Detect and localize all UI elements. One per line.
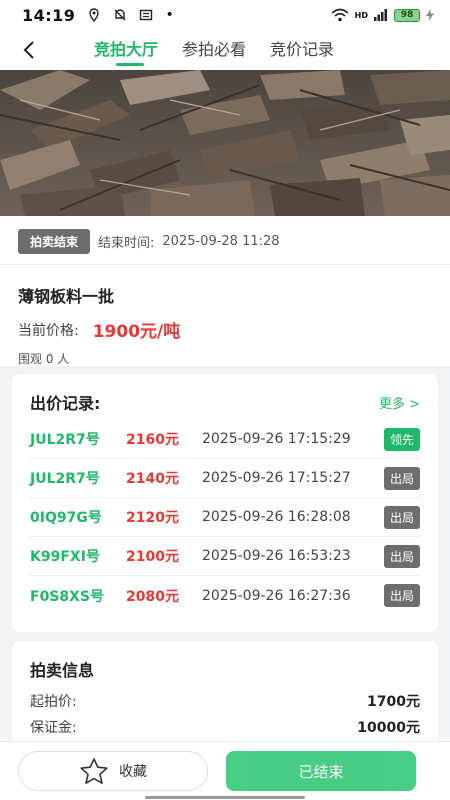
bid-row: F0S8XS号 2080元 2025-09-26 16:27:36 出局 xyxy=(30,576,420,615)
bid-time: 2025-09-26 17:15:27 xyxy=(202,470,351,486)
ended-button[interactable]: 已结束 xyxy=(226,751,416,791)
favorite-label: 收藏 xyxy=(119,764,147,780)
bidder-id: 0IQ97G号 xyxy=(30,510,102,526)
home-indicator xyxy=(145,796,305,799)
mute-notification-icon xyxy=(114,9,126,21)
bid-time: 2025-09-26 17:15:29 xyxy=(202,431,351,447)
bid-amount: 2100元 xyxy=(126,549,179,565)
star-icon xyxy=(80,758,108,784)
signal-icon xyxy=(374,9,387,21)
bid-time: 2025-09-26 16:28:08 xyxy=(202,509,351,525)
viewer-count: 围观 0 人 xyxy=(18,352,70,366)
starting-price-label: 起拍价: xyxy=(30,694,77,710)
bidder-id: JUL2R7号 xyxy=(30,471,100,487)
price-label: 当前价格: xyxy=(18,322,79,339)
bid-row: JUL2R7号 2160元 2025-09-26 17:15:29 领先 xyxy=(30,420,420,459)
back-arrow-icon[interactable] xyxy=(18,38,42,62)
bid-amount: 2120元 xyxy=(126,510,179,526)
bid-row: JUL2R7号 2140元 2025-09-26 17:15:27 出局 xyxy=(30,459,420,498)
navigation-bar: 竞拍大厅 参拍必看 竞价记录 xyxy=(0,30,450,70)
tab-bar: 竞拍大厅 参拍必看 竞价记录 xyxy=(94,36,334,66)
charging-icon xyxy=(426,9,434,21)
wifi-icon xyxy=(331,8,349,22)
outbid-badge: 出局 xyxy=(383,506,420,529)
bidder-id: K99FXI号 xyxy=(30,549,100,565)
bid-time: 2025-09-26 16:27:36 xyxy=(202,587,351,604)
outbid-badge: 出局 xyxy=(383,545,420,568)
bidder-id: JUL2R7号 xyxy=(30,432,100,448)
more-bids-link[interactable]: 更多 > xyxy=(379,393,420,412)
message-icon xyxy=(140,9,153,21)
deposit-value: 10000元 xyxy=(357,720,420,736)
bid-row: 0IQ97G号 2120元 2025-09-26 16:28:08 出局 xyxy=(30,498,420,537)
scrap-metal-image xyxy=(0,70,450,216)
leading-badge: 领先 xyxy=(383,428,420,451)
outbid-badge: 出局 xyxy=(383,584,420,607)
tab-bidding-guide[interactable]: 参拍必看 xyxy=(182,36,246,66)
info-row: 保证金: 10000元 xyxy=(12,711,438,737)
bid-time: 2025-09-26 16:53:23 xyxy=(202,548,351,564)
outbid-badge: 出局 xyxy=(383,467,420,490)
bid-amount: 2140元 xyxy=(126,471,179,487)
tab-bid-records[interactable]: 竞价记录 xyxy=(270,36,334,66)
bid-amount: 2080元 xyxy=(126,588,179,605)
bottom-action-bar: 收藏 已结束 xyxy=(0,741,450,800)
status-time: 14:19 xyxy=(22,5,76,25)
bid-amount: 2160元 xyxy=(126,432,179,448)
lot-title: 薄钢板料一批 xyxy=(18,287,115,306)
location-icon xyxy=(89,8,100,22)
lot-photo[interactable] xyxy=(0,70,450,216)
price-row: 当前价格: 1900元/吨 xyxy=(0,307,450,342)
starting-price-value: 1700元 xyxy=(367,694,420,710)
auction-info-title: 拍卖信息 xyxy=(30,661,95,680)
dot-icon: • xyxy=(165,7,174,23)
info-row: 起拍价: 1700元 xyxy=(12,685,438,711)
favorite-button[interactable]: 收藏 xyxy=(18,751,208,791)
network-type: HD xyxy=(354,10,368,20)
auction-summary: 拍卖结束 结束时间: 2025-09-28 11:28 薄钢板料一批 当前价格:… xyxy=(0,216,450,366)
auction-status-badge: 拍卖结束 xyxy=(18,228,91,254)
bid-row: K99FXI号 2100元 2025-09-26 16:53:23 出局 xyxy=(30,537,420,576)
status-bar: 14:19 • HD 98 xyxy=(0,0,450,30)
end-time-label: 结束时间: xyxy=(98,235,155,251)
bidder-id: F0S8XS号 xyxy=(30,588,105,605)
deposit-label: 保证金: xyxy=(30,720,77,736)
current-price: 1900元/吨 xyxy=(92,322,181,342)
tab-auction-hall[interactable]: 竞拍大厅 xyxy=(94,36,158,66)
end-time-value: 2025-09-28 11:28 xyxy=(162,233,280,249)
bid-records-title: 出价记录: xyxy=(30,394,101,413)
bid-records-card: 出价记录: 更多 > JUL2R7号 2160元 2025-09-26 17:1… xyxy=(12,374,438,632)
battery-indicator: 98 xyxy=(394,8,420,22)
